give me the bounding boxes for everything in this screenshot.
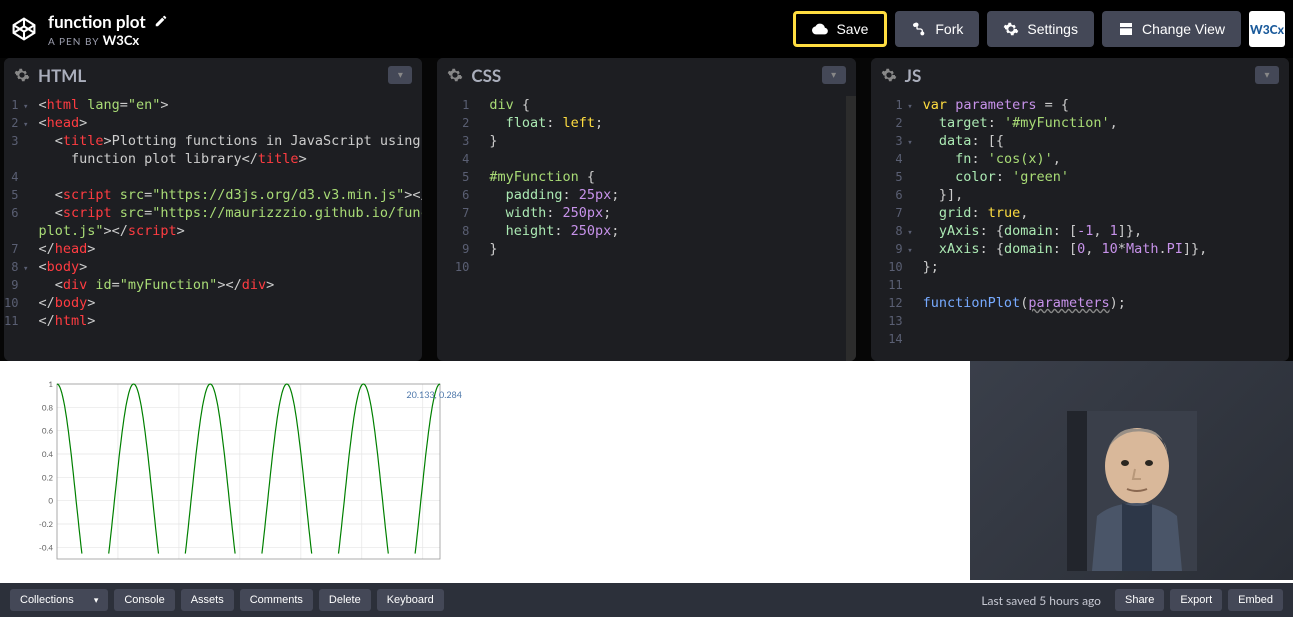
byline-author[interactable]: W3Cx [103,32,140,48]
svg-text:-0.4: -0.4 [39,542,53,552]
keyboard-button[interactable]: Keyboard [377,589,444,611]
svg-text:1: 1 [48,379,53,389]
change-view-button[interactable]: Change View [1102,11,1241,47]
title-area: function plot A PEN BY W3Cx [48,11,793,48]
gear-icon[interactable] [881,67,897,83]
chevron-down-icon[interactable]: ▾ [1255,66,1279,84]
fork-icon [911,21,927,37]
avatar[interactable]: W3Cx [1249,11,1285,47]
html-editor-title: HTML [38,65,388,86]
save-button[interactable]: Save [793,11,887,47]
header: function plot A PEN BY W3Cx Save Fork Se… [0,0,1293,58]
comments-button[interactable]: Comments [240,589,313,611]
js-editor-pane: JS ▾ 1▾23▾45678▾9▾1011121314 var paramet… [871,58,1289,361]
svg-text:0.8: 0.8 [42,402,54,412]
html-editor-pane: HTML ▾ 1▾2▾345678▾91011 <html lang="en">… [4,58,422,361]
cloud-icon [812,21,828,37]
edit-icon[interactable] [154,14,168,28]
plot-tooltip: 20.133, 0.284 [406,389,462,400]
fork-button[interactable]: Fork [895,11,979,47]
function-plot[interactable]: 1 0.8 0.6 0.4 0.2 0 -0.2 -0.4 20.133, 0.284 [0,361,470,583]
gear-icon[interactable] [14,67,30,83]
svg-text:-0.2: -0.2 [39,519,53,529]
gear-icon[interactable] [447,67,463,83]
css-editor-title: CSS [471,65,821,86]
person-silhouette [1067,411,1197,571]
js-editor-body[interactable]: 1▾23▾45678▾9▾1011121314 var parameters =… [871,92,1289,361]
pen-title[interactable]: function plot [48,11,146,32]
css-editor-body[interactable]: 12345678910 div { float: left;} #myFunct… [437,92,855,361]
byline-prefix: A PEN BY [48,36,99,48]
settings-button[interactable]: Settings [987,11,1094,47]
scrollbar[interactable] [846,96,856,361]
html-editor-body[interactable]: 1▾2▾345678▾91011 <html lang="en"><head> … [4,92,422,361]
header-buttons: Save Fork Settings Change View W3Cx [793,11,1285,47]
share-button[interactable]: Share [1115,589,1164,611]
svg-text:0.6: 0.6 [42,426,54,436]
delete-button[interactable]: Delete [319,589,371,611]
webcam-overlay [970,361,1293,580]
html-editor-header: HTML ▾ [4,58,422,92]
export-button[interactable]: Export [1170,589,1222,611]
codepen-logo[interactable] [8,13,40,45]
assets-button[interactable]: Assets [181,589,234,611]
gear-icon [1003,21,1019,37]
output-pane: 1 0.8 0.6 0.4 0.2 0 -0.2 -0.4 20.133, 0.284 [0,361,1293,583]
chevron-down-icon[interactable]: ▾ [822,66,846,84]
svg-text:0.4: 0.4 [42,449,54,459]
js-editor-title: JS [905,65,1255,86]
console-button[interactable]: Console [114,589,174,611]
css-editor-pane: CSS ▾ 12345678910 div { float: left;} #m… [437,58,855,361]
footer: Collections Console Assets Comments Dele… [0,583,1293,617]
save-status: Last saved 5 hours ago [981,593,1101,608]
js-editor-header: JS ▾ [871,58,1289,92]
collections-button[interactable]: Collections [10,589,108,611]
css-editor-header: CSS ▾ [437,58,855,92]
layout-icon [1118,21,1134,37]
chevron-down-icon[interactable]: ▾ [388,66,412,84]
svg-text:0: 0 [48,496,53,506]
embed-button[interactable]: Embed [1228,589,1283,611]
svg-text:0.2: 0.2 [42,472,54,482]
editor-panels: HTML ▾ 1▾2▾345678▾91011 <html lang="en">… [0,58,1293,361]
